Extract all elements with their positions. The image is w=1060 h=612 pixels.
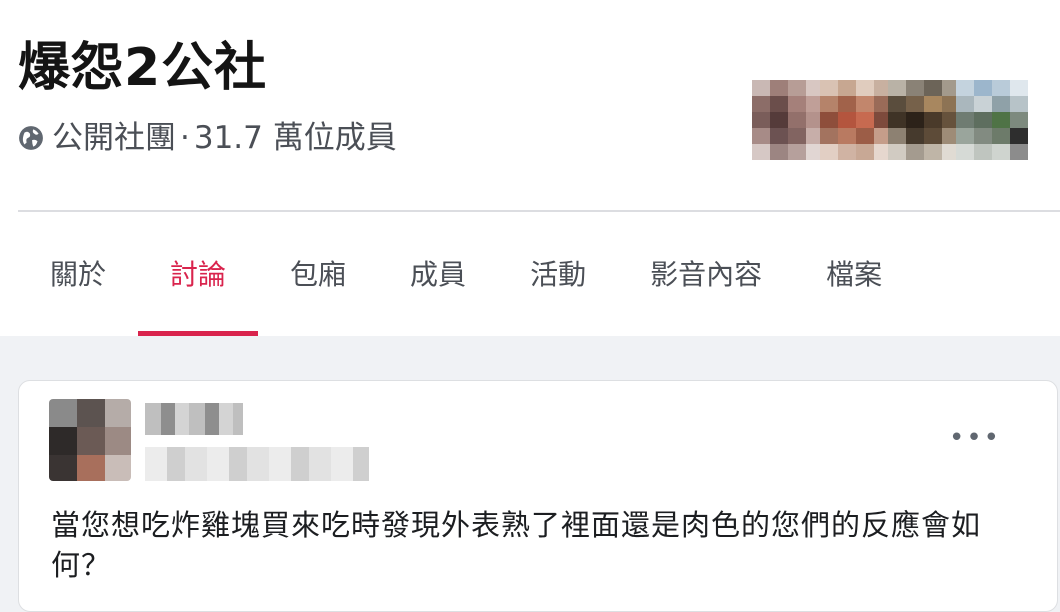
more-options-icon[interactable]: •••: [949, 425, 1001, 451]
post-text: 當您想吃炸雞塊買來吃時發現外表熟了裡面還是肉色的您們的反應會如何？: [51, 508, 982, 582]
privacy-label: 公開社團: [52, 120, 176, 156]
tab-members[interactable]: 成員: [378, 240, 498, 336]
globe-icon: [19, 126, 43, 150]
group-meta: 公開社團 · 31.7 萬位成員: [18, 118, 397, 158]
avatar[interactable]: [752, 80, 824, 160]
group-tabs: 關於 討論 包廂 成員 活動 影音內容 檔案: [18, 240, 914, 336]
avatar[interactable]: [820, 80, 892, 160]
tab-events[interactable]: 活動: [498, 240, 618, 336]
member-avatars[interactable]: [752, 80, 1060, 160]
header-divider: [18, 210, 1060, 212]
tab-rooms[interactable]: 包廂: [258, 240, 378, 336]
group-title[interactable]: 爆怨2公社: [18, 36, 267, 100]
poster-name[interactable]: [145, 403, 243, 435]
post-card: ••• 當您想吃炸雞塊買來吃時發現外表熟了裡面還是肉色的您們的反應會如何？: [18, 380, 1058, 612]
group-header: 爆怨2公社 公開社團 · 31.7 萬位成員 關於 討論 包廂 成員 活動 影音…: [0, 0, 1060, 336]
post-timestamp[interactable]: [145, 447, 369, 481]
tab-files[interactable]: 檔案: [794, 240, 914, 336]
tab-about[interactable]: 關於: [18, 240, 138, 336]
member-count[interactable]: 31.7 萬位成員: [194, 118, 397, 158]
avatar[interactable]: [888, 80, 960, 160]
tab-discussion[interactable]: 討論: [138, 240, 259, 336]
meta-separator: ·: [180, 120, 190, 156]
poster-avatar[interactable]: [49, 399, 131, 481]
avatar[interactable]: [956, 80, 1028, 160]
tab-media[interactable]: 影音內容: [618, 240, 794, 336]
